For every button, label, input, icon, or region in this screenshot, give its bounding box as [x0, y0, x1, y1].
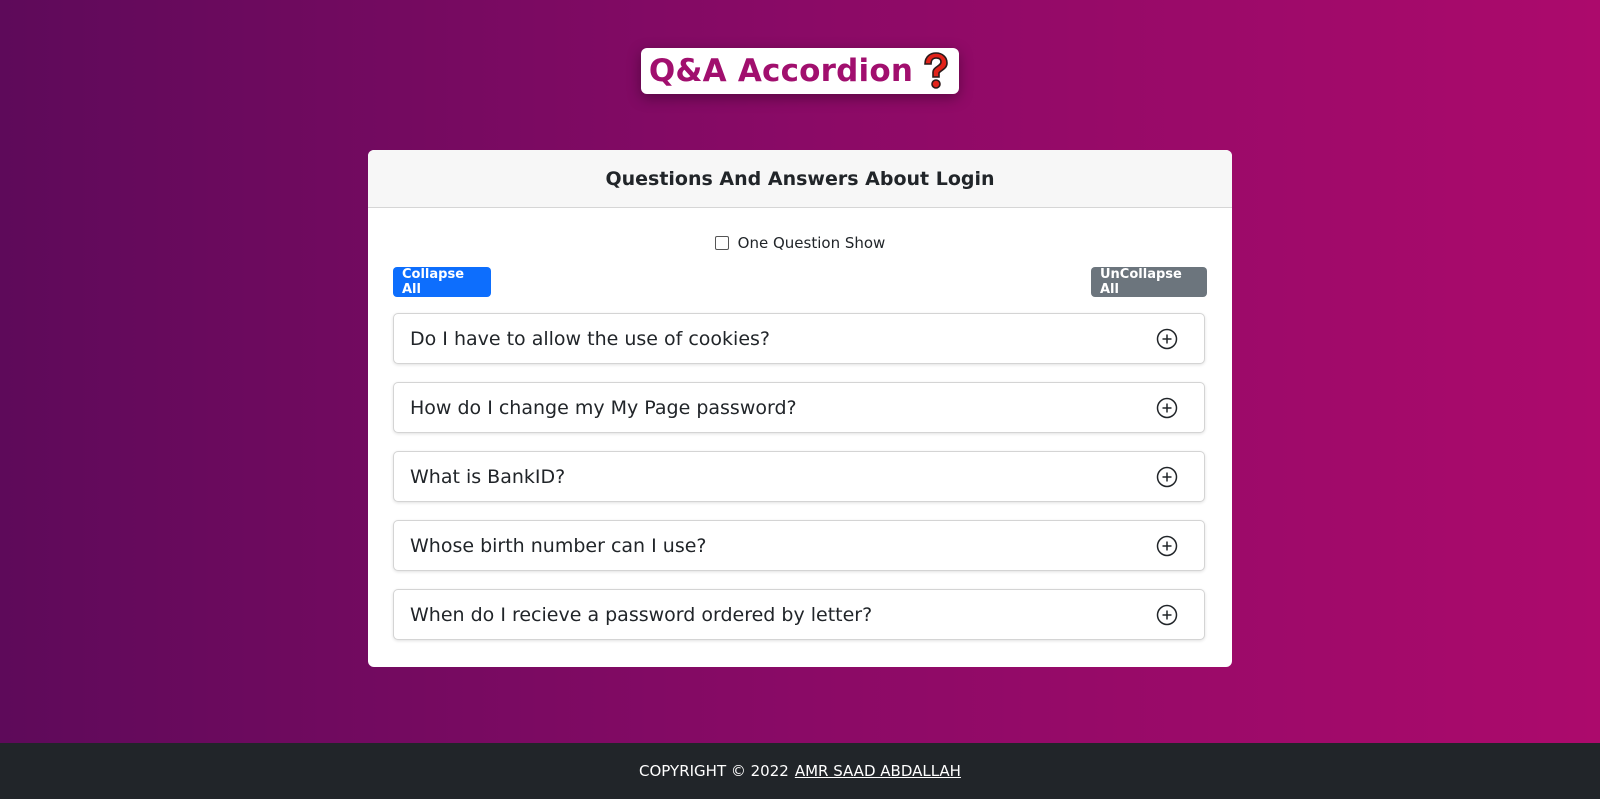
plus-circle-icon[interactable] [1156, 535, 1178, 557]
accordion-item-password[interactable]: How do I change my My Page password? [393, 382, 1205, 433]
accordion-item-letter-password[interactable]: When do I recieve a password ordered by … [393, 589, 1205, 640]
plus-circle-icon[interactable] [1156, 328, 1178, 350]
question-text: Whose birth number can I use? [410, 534, 707, 557]
accordion-item-birth-number[interactable]: Whose birth number can I use? [393, 520, 1205, 571]
author-link[interactable]: AMR SAAD ABDALLAH [795, 762, 961, 780]
question-text: How do I change my My Page password? [410, 396, 797, 419]
plus-circle-icon[interactable] [1156, 604, 1178, 626]
accordion-item-cookies[interactable]: Do I have to allow the use of cookies? [393, 313, 1205, 364]
title-wrap: Q&A Accordion [0, 48, 1600, 94]
plus-circle-icon[interactable] [1156, 397, 1178, 419]
card-title: Questions And Answers About Login [605, 167, 995, 190]
one-question-label: One Question Show [737, 234, 886, 252]
page-title: Q&A Accordion [648, 53, 914, 89]
collapse-all-button[interactable]: Collapse All [393, 267, 491, 297]
one-question-toggle[interactable]: One Question Show [368, 234, 1232, 252]
footer: COPYRIGHT © 2022 AMR SAAD ABDALLAH [0, 743, 1600, 799]
app-title-box: Q&A Accordion [640, 48, 960, 94]
accordion-item-bankid[interactable]: What is BankID? [393, 451, 1205, 502]
plus-circle-icon[interactable] [1156, 466, 1178, 488]
card-header: Questions And Answers About Login [368, 150, 1232, 208]
copyright-text: COPYRIGHT © 2022 [639, 762, 789, 780]
question-text: What is BankID? [410, 465, 566, 488]
one-question-checkbox[interactable] [714, 236, 729, 250]
question-text: Do I have to allow the use of cookies? [410, 327, 771, 350]
question-mark-icon [921, 52, 951, 90]
qa-card: Questions And Answers About Login One Qu… [368, 150, 1232, 667]
uncollapse-all-button[interactable]: UnCollapse All [1091, 267, 1207, 297]
question-text: When do I recieve a password ordered by … [410, 603, 873, 626]
